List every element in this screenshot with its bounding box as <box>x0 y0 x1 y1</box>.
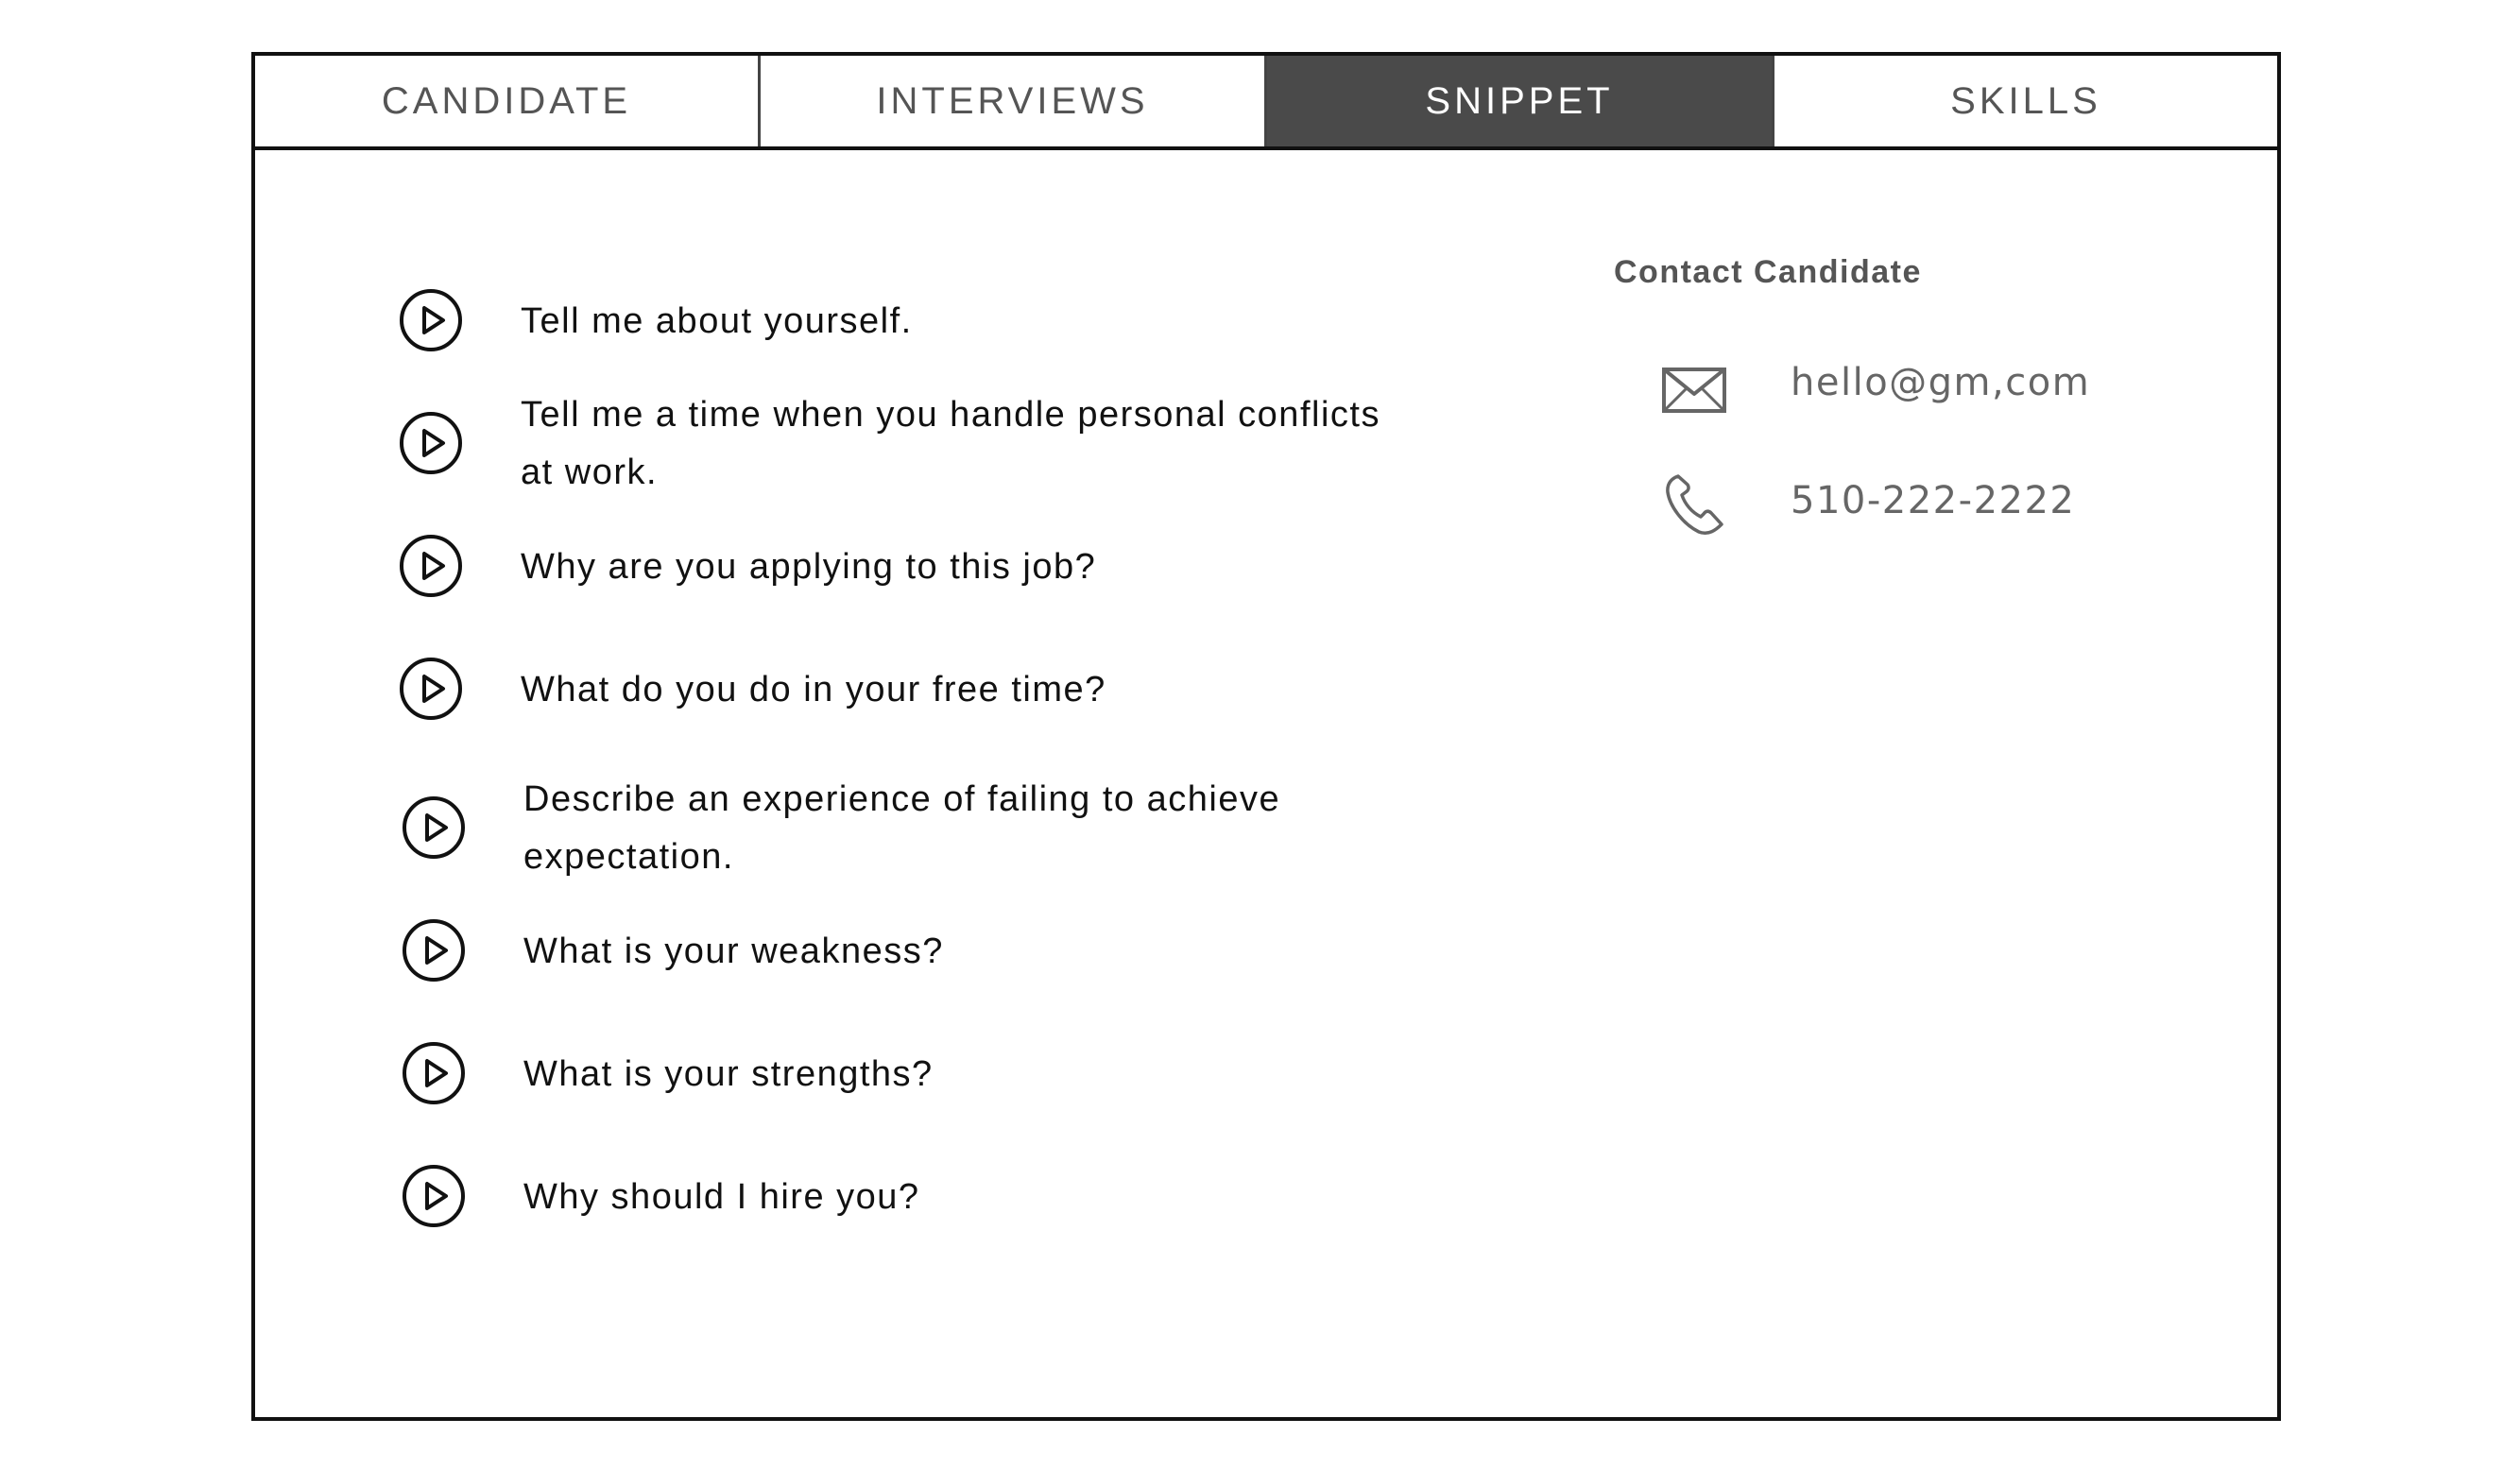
question-text: What do you do in your free time? <box>521 670 1106 709</box>
question-text: What is your weakness? <box>523 932 944 971</box>
phone-icon <box>1666 474 1723 536</box>
tab-snippet-label: SNIPPET <box>1425 79 1614 122</box>
tab-interviews-label: INTERVIEWS <box>876 79 1149 122</box>
tab-candidate-label: CANDIDATE <box>381 79 632 122</box>
play-circle-icon[interactable] <box>402 1164 466 1228</box>
tab-snippet[interactable]: SNIPPET <box>1267 56 1774 146</box>
tab-candidate[interactable]: CANDIDATE <box>255 56 761 146</box>
contact-phone[interactable]: 510-222-2222 <box>1791 479 2075 522</box>
question-text: Describe an experience of failing to ach… <box>523 779 1281 877</box>
snippet-panel: CANDIDATE INTERVIEWS SNIPPET SKILLS Tell… <box>251 52 2281 1421</box>
tab-skills[interactable]: SKILLS <box>1774 56 2277 146</box>
play-circle-icon[interactable] <box>399 288 463 352</box>
question-text: Why are you applying to this job? <box>521 547 1097 587</box>
tab-interviews[interactable]: INTERVIEWS <box>761 56 1267 146</box>
play-circle-icon[interactable] <box>402 918 466 983</box>
envelope-icon <box>1662 368 1726 413</box>
question-text: Why should I hire you? <box>523 1177 920 1217</box>
contact-email[interactable]: hello@gm,com <box>1791 361 2090 404</box>
play-circle-icon[interactable] <box>399 657 463 721</box>
question-text: What is your strengths? <box>523 1054 934 1094</box>
tab-bar: CANDIDATE INTERVIEWS SNIPPET SKILLS <box>255 56 2277 150</box>
play-circle-icon[interactable] <box>399 534 463 598</box>
play-circle-icon[interactable] <box>402 795 466 860</box>
question-text: Tell me about yourself. <box>521 301 913 341</box>
play-circle-icon[interactable] <box>402 1041 466 1105</box>
tab-skills-label: SKILLS <box>1950 79 2101 122</box>
question-text: Tell me a time when you handle personal … <box>521 395 1380 492</box>
contact-candidate-heading: Contact Candidate <box>1614 254 1922 290</box>
play-circle-icon[interactable] <box>399 411 463 475</box>
